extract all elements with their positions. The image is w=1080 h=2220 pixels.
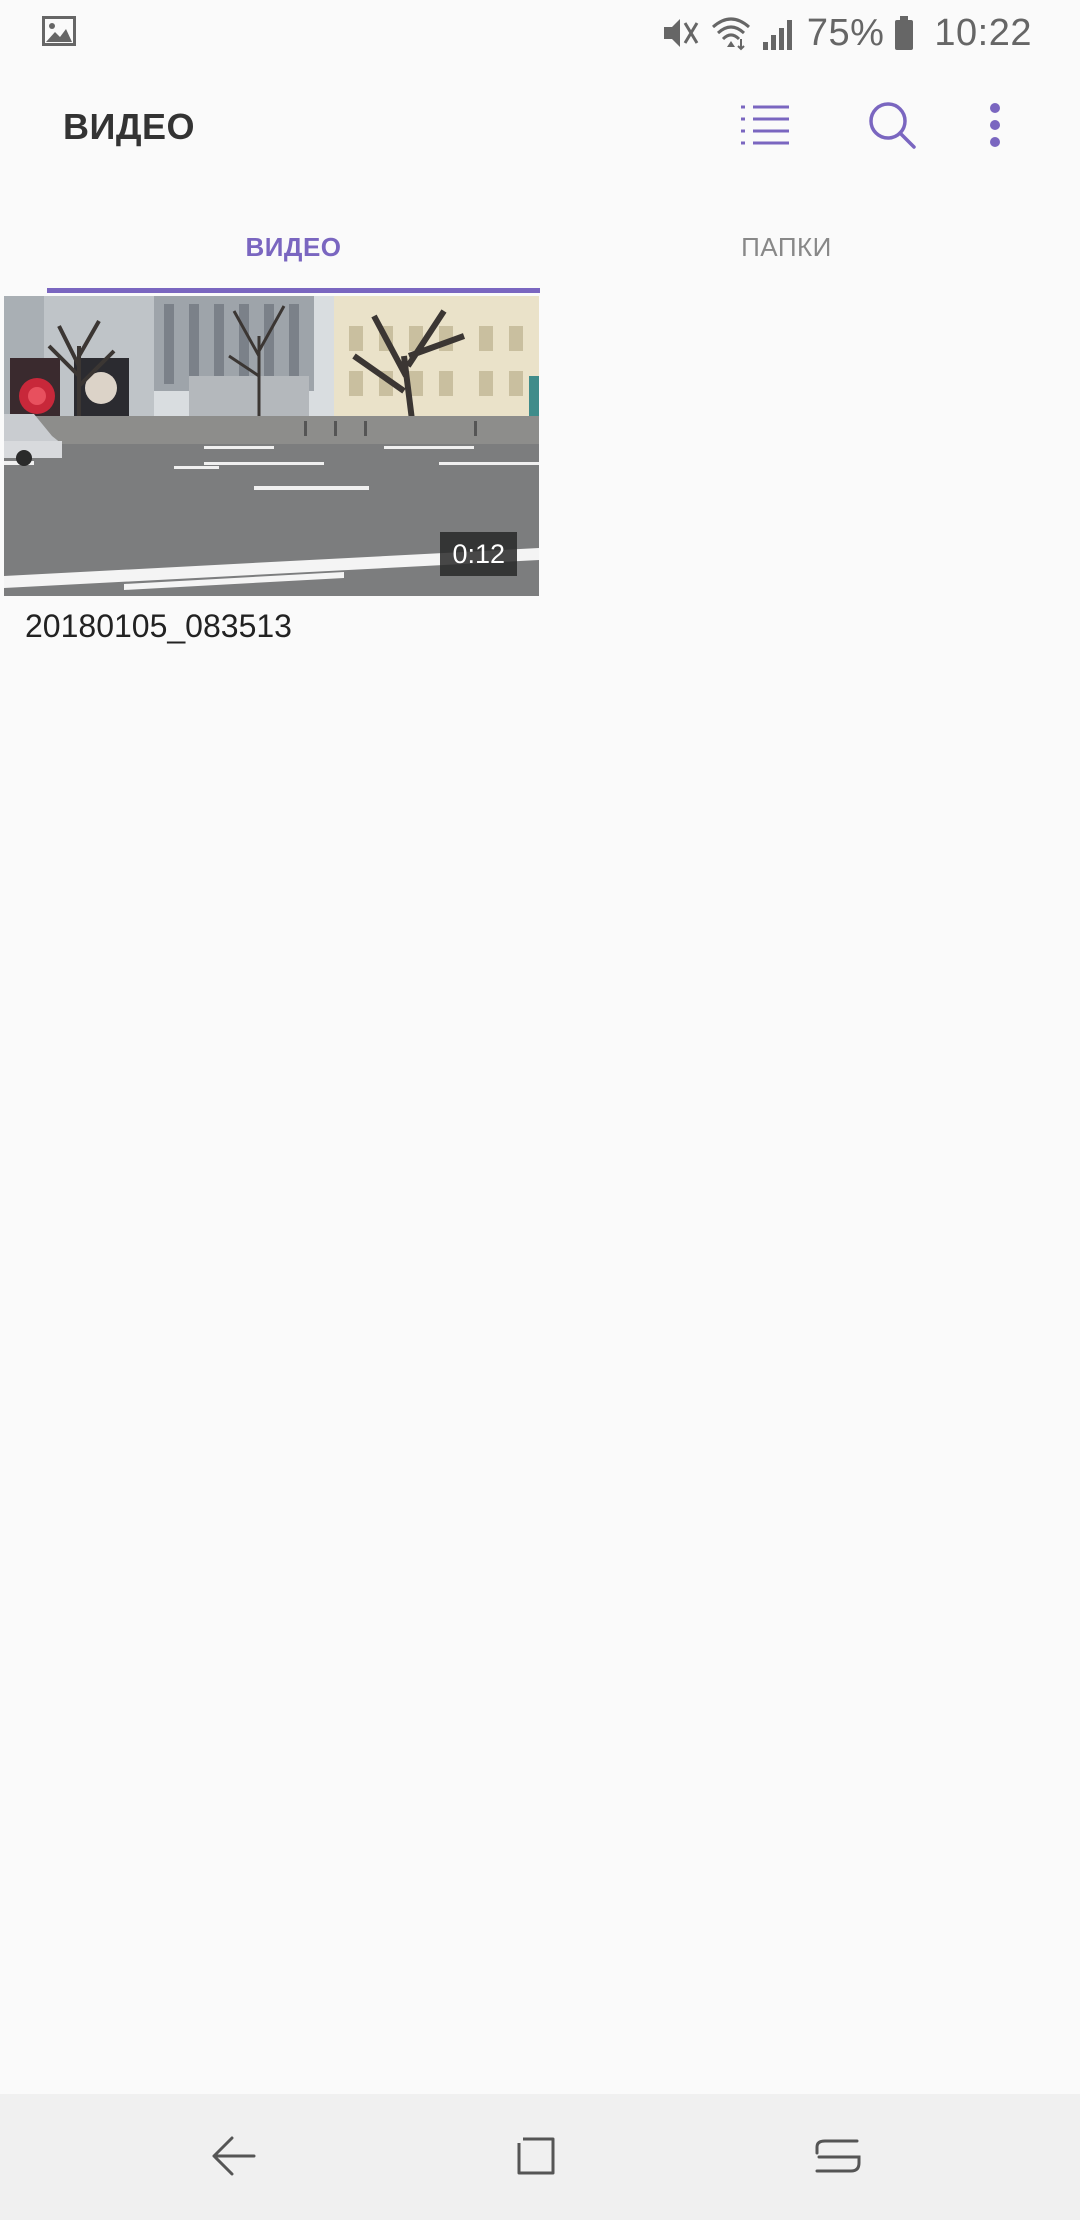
more-vert-icon [989, 102, 1001, 153]
wifi-icon [711, 15, 751, 51]
battery-percent: 75% [806, 11, 885, 54]
tab-bar: ВИДЕО ПАПКИ [0, 200, 1080, 295]
video-item[interactable]: 0:12 20180105_083513 [4, 296, 539, 666]
status-bar: 75% 10:22 [0, 0, 1080, 66]
system-nav-bar [0, 2094, 1080, 2220]
battery-icon [894, 16, 914, 50]
signal-icon [761, 16, 797, 50]
search-icon [867, 100, 917, 155]
video-thumbnail[interactable]: 0:12 [4, 296, 539, 596]
back-icon [210, 2134, 258, 2183]
back-button[interactable] [202, 2126, 266, 2190]
recents-icon [815, 2133, 861, 2184]
status-icons: 75% 10:22 [661, 8, 1032, 58]
search-button[interactable] [857, 92, 927, 162]
tab-video[interactable]: ВИДЕО [47, 200, 540, 295]
view-list-icon [739, 103, 791, 152]
home-icon [513, 2133, 559, 2184]
more-options-button[interactable] [960, 92, 1030, 162]
tab-indicator [47, 288, 540, 293]
video-title: 20180105_083513 [25, 608, 292, 644]
duration-badge: 0:12 [440, 532, 517, 576]
tab-folders[interactable]: ПАПКИ [540, 200, 1033, 295]
page-title: ВИДЕО [63, 106, 196, 147]
recents-button[interactable] [806, 2126, 870, 2190]
app-toolbar: ВИДЕО [0, 70, 1080, 185]
view-mode-button[interactable] [730, 92, 800, 162]
gallery-icon [42, 16, 76, 46]
home-button[interactable] [504, 2126, 568, 2190]
mute-icon [661, 15, 701, 51]
clock: 10:22 [934, 11, 1032, 54]
